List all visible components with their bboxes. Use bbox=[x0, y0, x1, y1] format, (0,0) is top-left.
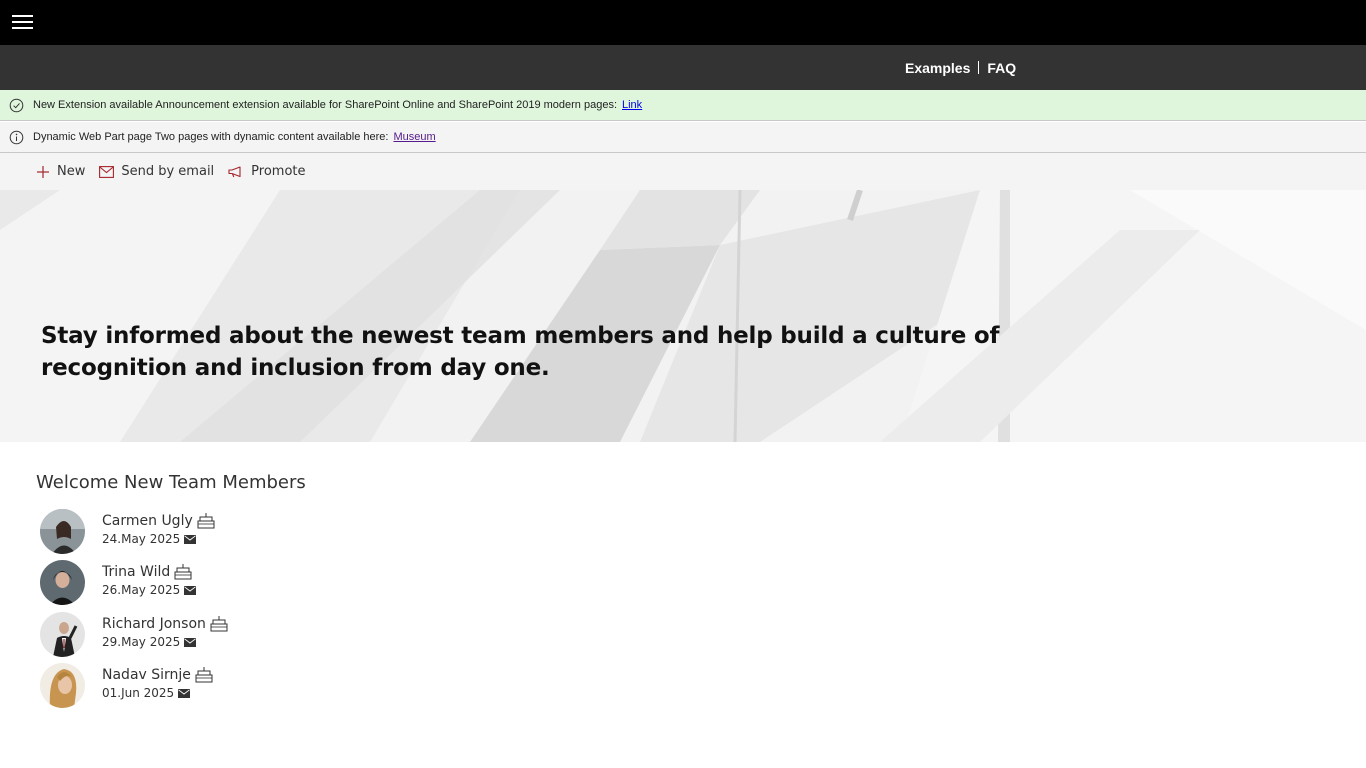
announcement-banner-info: Dynamic Web Part page Two pages with dyn… bbox=[0, 122, 1366, 153]
member-date-row: 01.Jun 2025 bbox=[102, 686, 191, 700]
announcement-banner-success: New Extension available Announcement ext… bbox=[0, 90, 1366, 121]
member-name: Nadav Sirnje bbox=[102, 667, 191, 683]
promote-label: Promote bbox=[251, 164, 306, 179]
banner-link[interactable]: Museum bbox=[393, 131, 435, 143]
mail-icon[interactable] bbox=[184, 534, 197, 544]
member-name: Trina Wild bbox=[102, 564, 171, 580]
nav-bar: Examples FAQ bbox=[0, 45, 1366, 90]
birthday-cake-icon bbox=[197, 513, 215, 529]
avatar bbox=[40, 663, 85, 708]
promote-button[interactable]: Promote bbox=[228, 153, 306, 190]
banner-text: Dynamic Web Part page Two pages with dyn… bbox=[33, 131, 389, 143]
banner-text: New Extension available Announcement ext… bbox=[33, 99, 617, 111]
info-icon bbox=[9, 130, 25, 145]
plus-icon bbox=[37, 165, 49, 178]
avatar bbox=[40, 560, 85, 605]
new-button-label: New bbox=[57, 164, 86, 179]
birthday-cake-icon bbox=[174, 564, 192, 580]
member-date: 24.May 2025 bbox=[102, 532, 181, 546]
top-bar bbox=[0, 0, 1366, 45]
nav-link-examples[interactable]: Examples bbox=[905, 60, 970, 76]
nav-link-faq[interactable]: FAQ bbox=[987, 60, 1016, 76]
member-date: 26.May 2025 bbox=[102, 583, 181, 597]
member-name: Richard Jonson bbox=[102, 616, 206, 632]
member-date-row: 24.May 2025 bbox=[102, 532, 197, 546]
nav-links: Examples FAQ bbox=[905, 45, 1016, 90]
member-name: Carmen Ugly bbox=[102, 513, 193, 529]
avatar bbox=[40, 612, 85, 657]
member-name-row: Richard Jonson bbox=[102, 615, 228, 633]
mail-icon[interactable] bbox=[178, 688, 191, 698]
mail-icon[interactable] bbox=[184, 637, 197, 647]
nav-divider bbox=[978, 61, 980, 74]
command-bar: New Send by email Promote bbox=[0, 153, 1366, 190]
member-date: 29.May 2025 bbox=[102, 635, 181, 649]
hero-background-image bbox=[0, 190, 1366, 442]
mail-icon[interactable] bbox=[184, 585, 197, 595]
hero-banner: Stay informed about the newest team memb… bbox=[0, 190, 1366, 442]
member-date-row: 26.May 2025 bbox=[102, 583, 197, 597]
member-date: 01.Jun 2025 bbox=[102, 686, 175, 700]
section-title: Welcome New Team Members bbox=[36, 472, 306, 493]
new-button[interactable]: New bbox=[36, 153, 85, 190]
hamburger-menu-icon[interactable] bbox=[12, 14, 33, 30]
member-name-row: Trina Wild bbox=[102, 563, 192, 581]
check-circle-icon bbox=[9, 98, 25, 113]
member-name-row: Carmen Ugly bbox=[102, 512, 215, 530]
send-by-email-button[interactable]: Send by email bbox=[99, 153, 214, 190]
banner-link[interactable]: Link bbox=[622, 99, 642, 111]
member-date-row: 29.May 2025 bbox=[102, 635, 197, 649]
megaphone-icon bbox=[228, 165, 241, 177]
birthday-cake-icon bbox=[195, 667, 213, 683]
member-name-row: Nadav Sirnje bbox=[102, 666, 213, 684]
birthday-cake-icon bbox=[210, 616, 228, 632]
hero-text: Stay informed about the newest team memb… bbox=[41, 323, 1000, 381]
send-by-email-label: Send by email bbox=[121, 164, 215, 179]
mail-icon bbox=[99, 165, 115, 178]
avatar bbox=[40, 509, 85, 554]
